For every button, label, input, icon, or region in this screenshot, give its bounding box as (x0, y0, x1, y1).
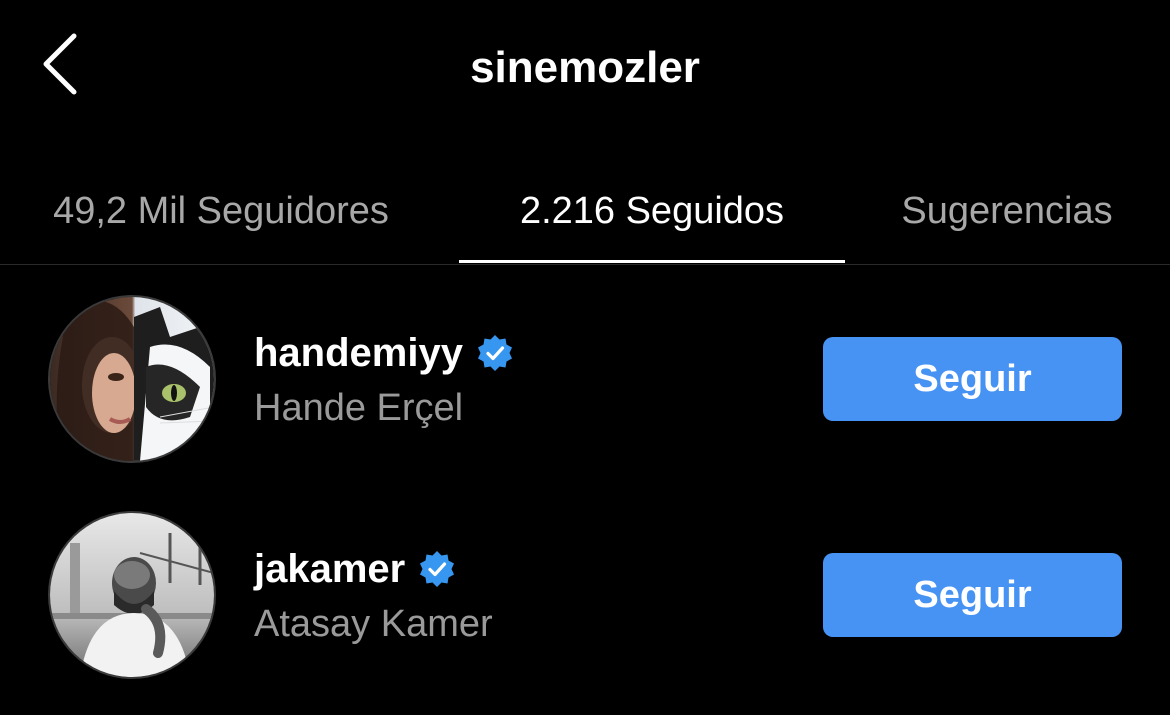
active-tab-indicator (459, 260, 845, 263)
full-name: Hande Erçel (254, 387, 464, 429)
verified-badge-icon (477, 335, 512, 371)
username-line: handemiyy (254, 329, 515, 377)
list-item[interactable]: jakamer Atasay Kamer Seguir (0, 511, 1170, 681)
username[interactable]: jakamer (254, 545, 405, 593)
top-bar: sinemozler (0, 0, 1170, 140)
tab-suggestions[interactable]: Sugerencias (862, 160, 1152, 262)
page-title: sinemozler (470, 43, 700, 92)
avatar-image (50, 297, 214, 461)
username-line: jakamer (254, 545, 457, 593)
verified-badge-icon (420, 551, 455, 587)
list-item[interactable]: handemiyy Hande Erçel Seguir (0, 295, 1170, 465)
avatar[interactable] (48, 295, 216, 463)
avatar-image (50, 513, 214, 677)
avatar[interactable] (48, 511, 216, 679)
username[interactable]: handemiyy (254, 329, 463, 377)
tab-following[interactable]: 2.216 Seguidos (459, 160, 845, 262)
tab-bar: 49,2 Mil Seguidores 2.216 Seguidos Suger… (0, 160, 1170, 265)
full-name: Atasay Kamer (254, 603, 493, 645)
follow-button[interactable]: Seguir (823, 553, 1122, 637)
tab-followers[interactable]: 49,2 Mil Seguidores (0, 160, 442, 262)
follow-button[interactable]: Seguir (823, 337, 1122, 421)
